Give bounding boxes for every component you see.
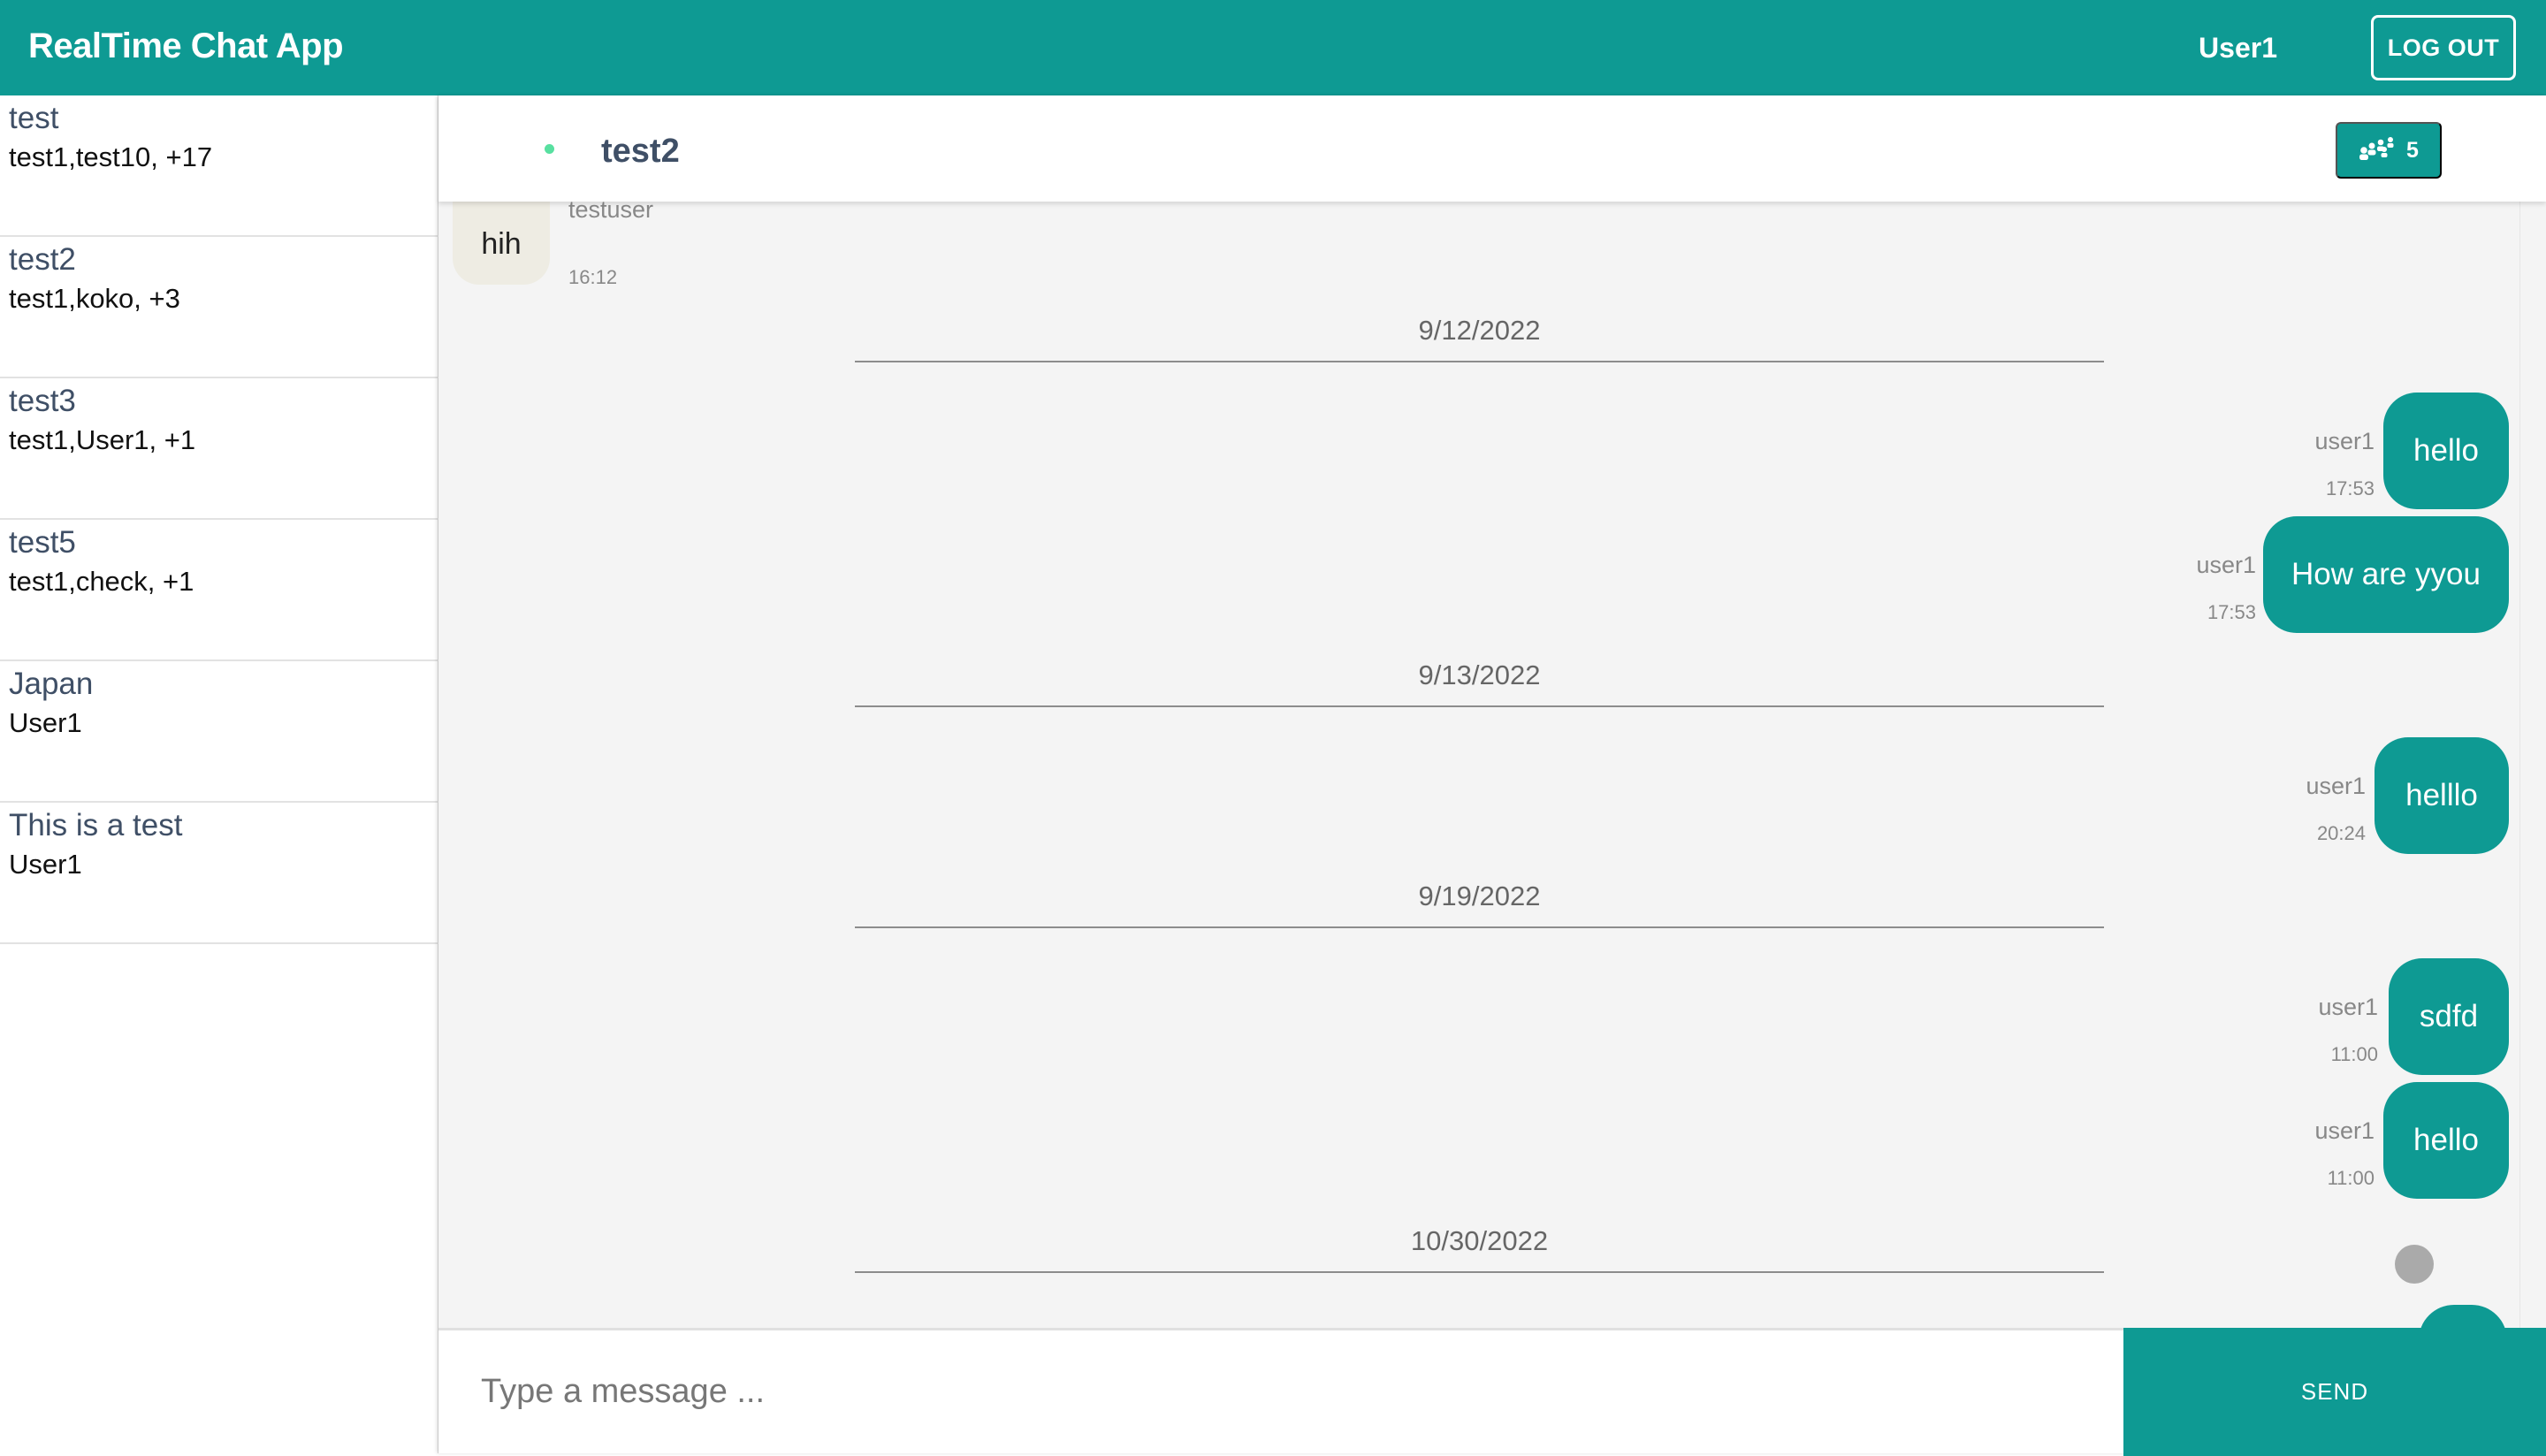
date-separator: 9/12/2022 bbox=[855, 315, 2104, 362]
message-sender: user1 bbox=[2314, 1117, 2374, 1144]
date-label: 9/12/2022 bbox=[1418, 315, 1541, 346]
room-name: test3 bbox=[9, 384, 76, 418]
room-item-test[interactable]: test test1,test10, +17 bbox=[0, 95, 438, 237]
message-sender: user1 bbox=[2196, 552, 2256, 578]
room-members: test1,User1, +1 bbox=[9, 424, 196, 455]
room-item-test5[interactable]: test5 test1,check, +1 bbox=[0, 520, 438, 661]
room-item-this-is-a-test[interactable]: This is a test User1 bbox=[0, 803, 438, 944]
chat-room-title: test2 bbox=[601, 133, 680, 170]
room-item-test3[interactable]: test3 test1,User1, +1 bbox=[0, 378, 438, 520]
message-time: 11:00 bbox=[2327, 1167, 2374, 1189]
room-name: Japan bbox=[9, 667, 94, 701]
logout-button[interactable]: LOG OUT bbox=[2371, 15, 2516, 80]
chat-header: test2 5 bbox=[438, 95, 2546, 202]
message-composer: SEND bbox=[438, 1328, 2546, 1456]
message-sender: user1 bbox=[2318, 994, 2378, 1020]
room-name: This is a test bbox=[9, 808, 183, 842]
message-time: 17:53 bbox=[2207, 601, 2256, 623]
date-separator: 10/30/2022 bbox=[855, 1225, 2104, 1273]
room-item-test2[interactable]: test2 test1,koko, +3 bbox=[0, 237, 438, 378]
room-members: test1,koko, +3 bbox=[9, 283, 180, 314]
incoming-message-bubble: hih bbox=[453, 202, 550, 285]
message-sender: user1 bbox=[2314, 428, 2374, 454]
room-item-japan[interactable]: Japan User1 bbox=[0, 661, 438, 803]
message-input[interactable] bbox=[438, 1330, 2123, 1453]
message-sender: user1 bbox=[2306, 773, 2366, 799]
room-members: User1 bbox=[9, 849, 82, 880]
room-list: test test1,test10, +17 test2 test1,koko,… bbox=[0, 95, 438, 1453]
message-time: 20:24 bbox=[2316, 822, 2366, 844]
app-title: RealTime Chat App bbox=[28, 27, 344, 65]
outgoing-message-bubble: hello bbox=[2383, 1082, 2509, 1199]
send-button[interactable]: SEND bbox=[2123, 1328, 2546, 1456]
app-bar: RealTime Chat App User1 LOG OUT bbox=[0, 0, 2546, 95]
date-separator: 9/19/2022 bbox=[855, 880, 2104, 928]
online-status-dot bbox=[545, 144, 554, 154]
message-time: 17:53 bbox=[2325, 477, 2374, 499]
message-sender: testuser bbox=[568, 202, 654, 223]
message-list: hih testuser 16:12 9/12/2022 user1 17:53… bbox=[438, 202, 2546, 1423]
outgoing-message-bubble: helllo bbox=[2374, 737, 2509, 854]
message-scrollbar[interactable] bbox=[2519, 202, 2546, 1423]
chat-panel: test2 5 hih testuser 16:12 9/12/2022 use… bbox=[438, 95, 2546, 1456]
room-members: User1 bbox=[9, 707, 82, 738]
group-icon bbox=[2359, 136, 2397, 165]
outgoing-message-bubble: sdfd bbox=[2389, 958, 2509, 1075]
room-members: test1,test10, +17 bbox=[9, 141, 213, 172]
member-count: 5 bbox=[2406, 137, 2419, 163]
members-button[interactable]: 5 bbox=[2336, 122, 2442, 179]
outgoing-message-bubble: hello bbox=[2383, 393, 2509, 509]
room-name: test5 bbox=[9, 525, 76, 560]
message-time: 16:12 bbox=[568, 266, 618, 288]
date-label: 9/13/2022 bbox=[1418, 659, 1541, 690]
room-members: test1,check, +1 bbox=[9, 566, 194, 597]
date-separator: 9/13/2022 bbox=[855, 659, 2104, 707]
room-name: test bbox=[9, 101, 59, 135]
date-label: 9/19/2022 bbox=[1418, 880, 1541, 911]
avatar-placeholder bbox=[2395, 1245, 2434, 1284]
room-name: test2 bbox=[9, 242, 76, 277]
date-label: 10/30/2022 bbox=[1410, 1225, 1549, 1256]
current-user-name: User1 bbox=[2199, 32, 2277, 64]
outgoing-message-bubble: How are yyou bbox=[2263, 516, 2509, 633]
message-time: 11:00 bbox=[2330, 1043, 2378, 1065]
